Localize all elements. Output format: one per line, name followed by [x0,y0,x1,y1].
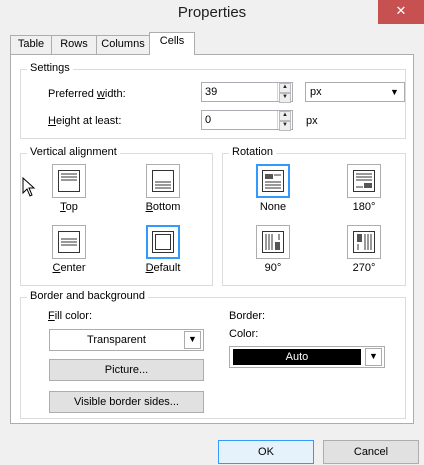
rotation-title: Rotation [229,146,276,158]
align-default-label: Default [145,262,181,274]
spin-down-icon[interactable]: ▼ [279,121,291,131]
preferred-width-input[interactable]: 39 ▲ ▼ [201,82,293,103]
mouse-cursor-icon [22,177,36,197]
rotate-270-icon [353,231,375,253]
rotate-180-button[interactable] [347,164,381,198]
spin-down-icon[interactable]: ▼ [279,93,291,103]
window-title: Properties [177,4,247,21]
align-top-label: Top [60,201,78,213]
rotate-none-label: None [259,201,287,213]
ok-button[interactable]: OK [218,440,314,464]
rotate-none-icon [262,170,284,192]
rotate-270-label: 270° [352,262,376,274]
align-bottom-button[interactable] [146,164,180,198]
chevron-down-icon: ▼ [390,87,399,97]
cancel-button[interactable]: Cancel [323,440,419,464]
preferred-width-spinner[interactable]: ▲ ▼ [277,83,292,103]
spin-up-icon[interactable]: ▲ [279,83,291,93]
chevron-down-icon: ▼ [184,331,201,349]
align-bottom-label: Bottom [145,201,181,213]
spin-up-icon[interactable]: ▲ [279,111,291,121]
border-label: Border: [229,310,266,322]
rotate-180-icon [353,170,375,192]
align-bottom-icon [152,170,174,192]
rotate-270-button[interactable] [347,225,381,259]
rotate-180-label: 180° [352,201,376,213]
align-center-button[interactable] [52,225,86,259]
height-at-least-label: Height at least: [48,115,122,127]
settings-group: Settings Preferred width: 39 ▲ ▼ px ▼ He… [20,62,406,139]
align-default-button[interactable] [146,225,180,259]
cells-panel: Settings Preferred width: 39 ▲ ▼ px ▼ He… [10,54,414,424]
chevron-down-icon: ▼ [365,348,382,366]
vertical-alignment-title: Vertical alignment [27,146,120,158]
title-bar: Properties ✕ [0,0,424,30]
border-background-title: Border and background [27,290,148,302]
picture-button[interactable]: Picture... [49,359,204,381]
tab-cells[interactable]: Cells [149,32,195,55]
rotate-none-button[interactable] [256,164,290,198]
settings-title: Settings [27,62,73,74]
align-center-icon [58,231,80,253]
width-unit-value: px [310,86,322,98]
height-at-least-value: 0 [205,114,212,126]
height-unit-label: px [306,115,318,127]
border-color-swatch: Auto [233,349,361,365]
rotate-90-icon [262,231,284,253]
fill-color-value: Transparent [87,334,146,346]
align-default-icon [152,231,174,253]
close-icon[interactable]: ✕ [378,0,424,24]
border-color-select[interactable]: Auto ▼ [229,346,385,368]
fill-color-label: Fill color: [48,310,93,322]
rotate-90-button[interactable] [256,225,290,259]
tab-columns[interactable]: Columns [96,35,150,54]
fill-color-select[interactable]: Transparent ▼ [49,329,204,351]
tab-table[interactable]: Table [10,35,52,54]
align-center-label: Center [52,262,86,274]
height-at-least-input[interactable]: 0 ▲ ▼ [201,110,293,131]
tab-rows[interactable]: Rows [51,35,97,54]
rotation-group: Rotation None 180° 90° 270° [222,146,406,286]
align-top-icon [58,170,80,192]
height-spinner[interactable]: ▲ ▼ [277,111,292,131]
visible-border-sides-button[interactable]: Visible border sides... [49,391,204,413]
rotate-90-label: 90° [264,262,282,274]
border-background-group: Border and background Fill color: Transp… [20,290,406,419]
preferred-width-label: Preferred width: [48,88,126,100]
align-top-button[interactable] [52,164,86,198]
color-label: Color: [229,328,259,340]
width-unit-select[interactable]: px ▼ [305,82,405,102]
vertical-alignment-group: Vertical alignment Top Bottom Center Def… [20,146,213,286]
preferred-width-value: 39 [205,86,218,98]
